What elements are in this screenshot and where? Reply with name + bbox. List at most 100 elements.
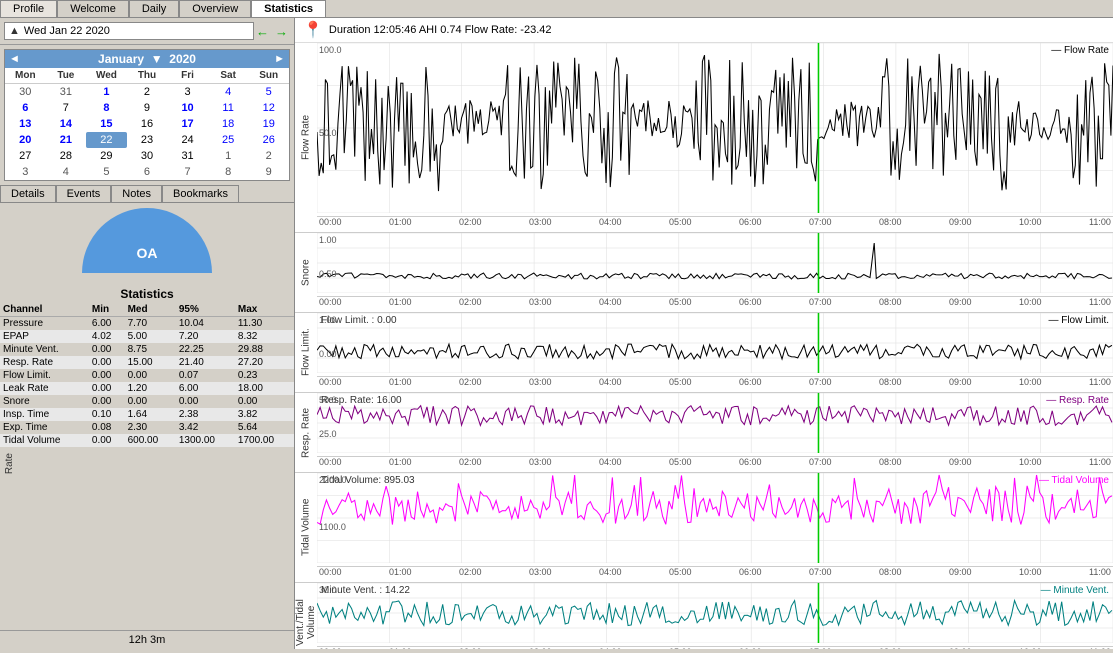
stats-cell: Minute Vent.: [0, 343, 89, 356]
cal-day[interactable]: 7: [46, 100, 87, 116]
cal-day[interactable]: 9: [127, 100, 168, 116]
y-max-label: 1.00: [319, 235, 337, 245]
cal-day[interactable]: 25: [208, 132, 249, 148]
time-label: 06:00: [739, 457, 762, 467]
stats-cell: 0.00: [89, 343, 125, 356]
cal-day[interactable]: 23: [127, 132, 168, 148]
time-label: 06:00: [739, 377, 762, 387]
chart-legend-resp-rate: — Resp. Rate: [1046, 395, 1109, 406]
cal-day[interactable]: 8: [86, 100, 127, 116]
cal-day[interactable]: 4: [208, 84, 249, 100]
stats-cell: 0.00: [125, 395, 176, 408]
cal-day[interactable]: 2: [248, 148, 289, 164]
charts-panel[interactable]: 📍 Duration 12:05:46 AHI 0.74 Flow Rate: …: [295, 18, 1113, 649]
stats-cell: 15.00: [125, 356, 176, 369]
time-label: 11:00: [1089, 217, 1111, 227]
cal-day[interactable]: 29: [86, 148, 127, 164]
stats-cell: 1.20: [125, 382, 176, 395]
cal-day[interactable]: 5: [248, 84, 289, 100]
tab-statistics[interactable]: Statistics: [251, 0, 326, 17]
cal-day[interactable]: 13: [5, 116, 46, 132]
stats-cell: 6.00: [89, 317, 125, 331]
cal-day[interactable]: 30: [5, 84, 46, 100]
cal-day[interactable]: 30: [127, 148, 168, 164]
time-label: 05:00: [669, 297, 692, 307]
cal-day[interactable]: 3: [5, 164, 46, 180]
time-axis-minute-vent: 00:0001:0002:0003:0004:0005:0006:0007:00…: [317, 646, 1113, 649]
cal-day-header: Thu: [127, 68, 168, 84]
cal-day[interactable]: 15: [86, 116, 127, 132]
chart-resp-rate[interactable]: Resp. RateResp. Rate: 16.00— Resp. Rate0…: [295, 393, 1113, 473]
stats-cell: 0.00: [176, 395, 235, 408]
next-date-button[interactable]: →: [273, 24, 290, 39]
cal-next-button[interactable]: ►: [274, 53, 285, 65]
cal-day[interactable]: 24: [167, 132, 208, 148]
cal-day[interactable]: 18: [208, 116, 249, 132]
cal-day[interactable]: 19: [248, 116, 289, 132]
stats-row: Resp. Rate0.0015.0021.4027.20: [0, 356, 294, 369]
cal-day[interactable]: 5: [86, 164, 127, 180]
cal-day[interactable]: 1: [208, 148, 249, 164]
time-label: 07:00: [809, 457, 832, 467]
cal-day[interactable]: 3: [167, 84, 208, 100]
time-label: 11:00: [1089, 297, 1111, 307]
cal-day[interactable]: 12: [248, 100, 289, 116]
cal-prev-button[interactable]: ◄: [9, 53, 20, 65]
stats-cell: 1700.00: [235, 434, 294, 447]
stats-cell: Resp. Rate: [0, 356, 89, 369]
tab-details[interactable]: Details: [0, 185, 56, 202]
cal-day[interactable]: 26: [248, 132, 289, 148]
cal-day[interactable]: 28: [46, 148, 87, 164]
calendar-header: ◄ January ▼ 2020 ►: [5, 50, 289, 68]
tab-notes[interactable]: Notes: [111, 185, 162, 202]
cal-day[interactable]: 27: [5, 148, 46, 164]
cal-day[interactable]: 31: [167, 148, 208, 164]
cal-day[interactable]: 14: [46, 116, 87, 132]
tab-overview[interactable]: Overview: [179, 0, 251, 17]
stats-cell: 0.10: [89, 408, 125, 421]
cal-day[interactable]: 11: [208, 100, 249, 116]
cal-day[interactable]: 2: [127, 84, 168, 100]
cal-day[interactable]: 7: [167, 164, 208, 180]
cal-day-header: Wed: [86, 68, 127, 84]
prev-date-button[interactable]: ←: [254, 24, 271, 39]
cal-day[interactable]: 31: [46, 84, 87, 100]
time-label: 03:00: [529, 297, 552, 307]
cal-day[interactable]: 1: [86, 84, 127, 100]
tab-bookmarks[interactable]: Bookmarks: [162, 185, 239, 202]
cal-day[interactable]: 21: [46, 132, 87, 148]
time-axis-flow-rate: 00:0001:0002:0003:0004:0005:0006:0007:00…: [317, 216, 1113, 227]
time-label: 07:00: [809, 217, 832, 227]
chart-snore[interactable]: Snore00:0001:0002:0003:0004:0005:0006:00…: [295, 233, 1113, 313]
chart-flow-limit[interactable]: Flow Limit.Flow Limit. : 0.00— Flow Limi…: [295, 313, 1113, 393]
cal-day[interactable]: 6: [5, 100, 46, 116]
tab-events[interactable]: Events: [56, 185, 112, 202]
cal-day[interactable]: 16: [127, 116, 168, 132]
cal-day[interactable]: 8: [208, 164, 249, 180]
calendar: ◄ January ▼ 2020 ► MonTueWedThuFriSatSun…: [4, 49, 290, 181]
time-label: 02:00: [459, 217, 482, 227]
stats-cell: 0.00: [89, 382, 125, 395]
tab-daily[interactable]: Daily: [129, 0, 179, 17]
cal-day[interactable]: 10: [167, 100, 208, 116]
stats-scroll-area[interactable]: OA Statistics Channel Min Med 95% Max: [0, 203, 294, 630]
stats-cell: 22.25: [176, 343, 235, 356]
tab-welcome[interactable]: Welcome: [57, 0, 129, 17]
tab-profile[interactable]: Profile: [0, 0, 57, 17]
cal-day[interactable]: 17: [167, 116, 208, 132]
cal-day[interactable]: 4: [46, 164, 87, 180]
cal-day[interactable]: 22: [86, 132, 127, 148]
time-label: 10:00: [1019, 647, 1042, 649]
chart-minute-vent[interactable]: Vent./Tidal VolumeMinute Vent. : 14.22— …: [295, 583, 1113, 649]
date-text: Wed Jan 22 2020: [24, 25, 110, 37]
cal-day[interactable]: 6: [127, 164, 168, 180]
chart-flow-rate[interactable]: Flow Rate— Flow Rate00:0001:0002:0003:00…: [295, 43, 1113, 233]
cal-day[interactable]: 9: [248, 164, 289, 180]
stats-cell: 2.30: [125, 421, 176, 434]
collapse-triangle[interactable]: ▲: [9, 25, 20, 37]
time-label: 04:00: [599, 567, 622, 577]
col-channel: Channel: [0, 303, 89, 317]
cal-day[interactable]: 20: [5, 132, 46, 148]
stats-cell: 1300.00: [176, 434, 235, 447]
chart-tidal-volume[interactable]: Tidal VolumeTidal Volume: 895.03— Tidal …: [295, 473, 1113, 583]
